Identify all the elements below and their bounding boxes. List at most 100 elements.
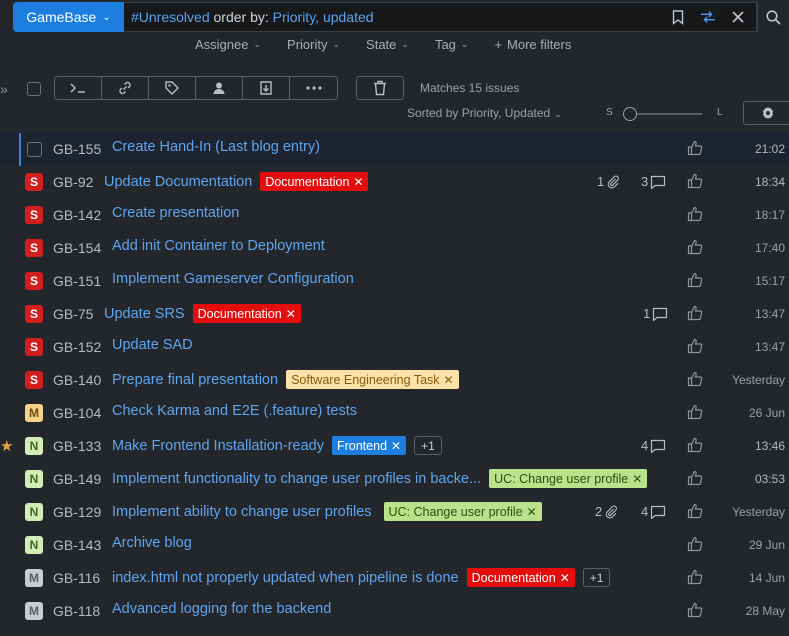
issue-id[interactable]: GB-154: [53, 240, 101, 256]
table-row[interactable]: M GB-104 Check Karma and E2E (.feature) …: [0, 397, 789, 430]
table-row[interactable]: S GB-140 Prepare final presentation Soft…: [0, 364, 789, 397]
issue-summary[interactable]: Make Frontend Installation-ready: [112, 438, 324, 454]
vote-icon[interactable]: [687, 404, 703, 423]
priority-badge[interactable]: N: [25, 437, 43, 455]
issue-summary[interactable]: Prepare final presentation: [112, 372, 278, 388]
command-button[interactable]: [55, 77, 102, 99]
issue-id[interactable]: GB-151: [53, 273, 101, 289]
more-filters-button[interactable]: + More filters: [494, 37, 571, 52]
priority-badge[interactable]: S: [25, 305, 43, 323]
star-icon[interactable]: ★: [0, 437, 13, 455]
issue-summary[interactable]: Implement Gameserver Configuration: [112, 271, 354, 287]
table-row[interactable]: N GB-143 Archive blog 29 Jun: [0, 529, 789, 562]
table-row[interactable]: S GB-75 Update SRS Documentation ✕ 1 13:4…: [0, 298, 789, 331]
issue-summary[interactable]: Archive blog: [112, 535, 192, 551]
move-button[interactable]: [243, 77, 290, 99]
row-checkbox[interactable]: [27, 142, 42, 157]
priority-badge[interactable]: S: [25, 173, 43, 191]
size-slider-handle[interactable]: [623, 107, 637, 121]
issue-id[interactable]: GB-143: [53, 537, 101, 553]
priority-badge[interactable]: S: [25, 272, 43, 290]
issue-id[interactable]: GB-142: [53, 207, 101, 223]
expand-sidebar-icon[interactable]: »: [0, 81, 8, 97]
filter-tag[interactable]: Tag ⌄: [435, 37, 469, 52]
vote-icon[interactable]: [687, 371, 703, 390]
table-row[interactable]: N GB-149 Implement functionality to chan…: [0, 463, 789, 496]
search-input[interactable]: #Unresolved order by: Priority, updated: [124, 2, 757, 32]
close-icon[interactable]: ✕: [632, 472, 642, 486]
issue-id[interactable]: GB-129: [53, 504, 101, 520]
delete-button[interactable]: [356, 76, 404, 100]
tag-uc-change-user-profile[interactable]: UC: Change user profile ✕: [383, 502, 542, 521]
issue-summary[interactable]: Implement ability to change user profile…: [112, 504, 372, 520]
table-row[interactable]: ★ N GB-133 Make Frontend Installation-re…: [0, 430, 789, 463]
table-row[interactable]: M GB-118 Advanced logging for the backen…: [0, 595, 789, 628]
issue-summary[interactable]: Update SRS: [104, 306, 185, 322]
table-row[interactable]: S GB-154 Add init Container to Deploymen…: [0, 232, 789, 265]
issue-id[interactable]: GB-92: [53, 174, 93, 190]
filter-state[interactable]: State ⌄: [366, 37, 409, 52]
query-assist-icon[interactable]: [700, 9, 716, 25]
vote-icon[interactable]: [687, 272, 703, 291]
more-tags-button[interactable]: +1: [582, 568, 611, 587]
bookmark-icon[interactable]: [670, 9, 686, 25]
issue-id[interactable]: GB-155: [53, 141, 101, 157]
issue-id[interactable]: GB-75: [53, 306, 93, 322]
close-icon[interactable]: ✕: [560, 571, 570, 585]
vote-icon[interactable]: [687, 305, 703, 324]
table-row[interactable]: N GB-129 Implement ability to change use…: [0, 496, 789, 529]
table-row[interactable]: M GB-116 index.html not properly updated…: [0, 562, 789, 595]
issue-id[interactable]: GB-133: [53, 438, 101, 454]
close-icon[interactable]: ✕: [527, 505, 537, 519]
issue-summary[interactable]: Create Hand-In (Last blog entry): [112, 139, 320, 155]
issue-id[interactable]: GB-104: [53, 405, 101, 421]
issue-id[interactable]: GB-149: [53, 471, 101, 487]
clear-icon[interactable]: [730, 9, 746, 25]
priority-badge[interactable]: M: [25, 602, 43, 620]
close-icon[interactable]: ✕: [391, 439, 401, 453]
vote-icon[interactable]: [687, 602, 703, 621]
search-button[interactable]: [757, 2, 789, 32]
vote-icon[interactable]: [687, 437, 703, 456]
issue-id[interactable]: GB-140: [53, 372, 101, 388]
issue-summary[interactable]: Update Documentation: [104, 174, 252, 190]
close-icon[interactable]: ✕: [444, 373, 454, 387]
priority-badge[interactable]: S: [25, 338, 43, 356]
issue-summary[interactable]: Advanced logging for the backend: [112, 601, 331, 617]
issue-summary[interactable]: Implement functionality to change user p…: [112, 471, 481, 487]
vote-icon[interactable]: [687, 140, 703, 159]
priority-badge[interactable]: N: [25, 470, 43, 488]
priority-badge[interactable]: M: [25, 569, 43, 587]
vote-icon[interactable]: [687, 470, 703, 489]
close-icon[interactable]: ✕: [286, 307, 296, 321]
tag-button[interactable]: [149, 77, 196, 99]
close-icon[interactable]: ✕: [353, 175, 363, 189]
tag-uc-change-user-profile[interactable]: UC: Change user profile ✕: [489, 469, 648, 488]
priority-badge[interactable]: N: [25, 536, 43, 554]
tag-software-engineering-task[interactable]: Software Engineering Task ✕: [286, 370, 459, 389]
filter-priority[interactable]: Priority ⌄: [287, 37, 340, 52]
table-row[interactable]: S GB-152 Update SAD 13:47: [0, 331, 789, 364]
issue-id[interactable]: GB-116: [53, 570, 100, 586]
priority-badge[interactable]: S: [25, 206, 43, 224]
issue-summary[interactable]: Check Karma and E2E (.feature) tests: [112, 403, 357, 419]
tag-documentation[interactable]: Documentation ✕: [466, 568, 575, 587]
filter-assignee[interactable]: Assignee ⌄: [195, 37, 261, 52]
vote-icon[interactable]: [687, 239, 703, 258]
issue-summary[interactable]: Add init Container to Deployment: [112, 238, 325, 254]
sort-selector[interactable]: Sorted by Priority, Updated ⌄: [407, 106, 562, 120]
table-row[interactable]: S GB-151 Implement Gameserver Configurat…: [0, 265, 789, 298]
select-all-checkbox[interactable]: [27, 82, 41, 96]
issue-id[interactable]: GB-118: [53, 603, 100, 619]
vote-icon[interactable]: [687, 206, 703, 225]
issue-summary[interactable]: Update SAD: [112, 337, 193, 353]
list-settings-button[interactable]: [743, 101, 789, 125]
issue-summary[interactable]: Create presentation: [112, 205, 239, 221]
tag-documentation[interactable]: Documentation ✕: [192, 304, 301, 323]
tag-frontend[interactable]: Frontend ✕: [331, 436, 407, 455]
issue-id[interactable]: GB-152: [53, 339, 101, 355]
link-button[interactable]: [102, 77, 149, 99]
priority-badge[interactable]: S: [25, 239, 43, 257]
tag-documentation[interactable]: Documentation ✕: [260, 172, 369, 191]
vote-icon[interactable]: [687, 503, 703, 522]
